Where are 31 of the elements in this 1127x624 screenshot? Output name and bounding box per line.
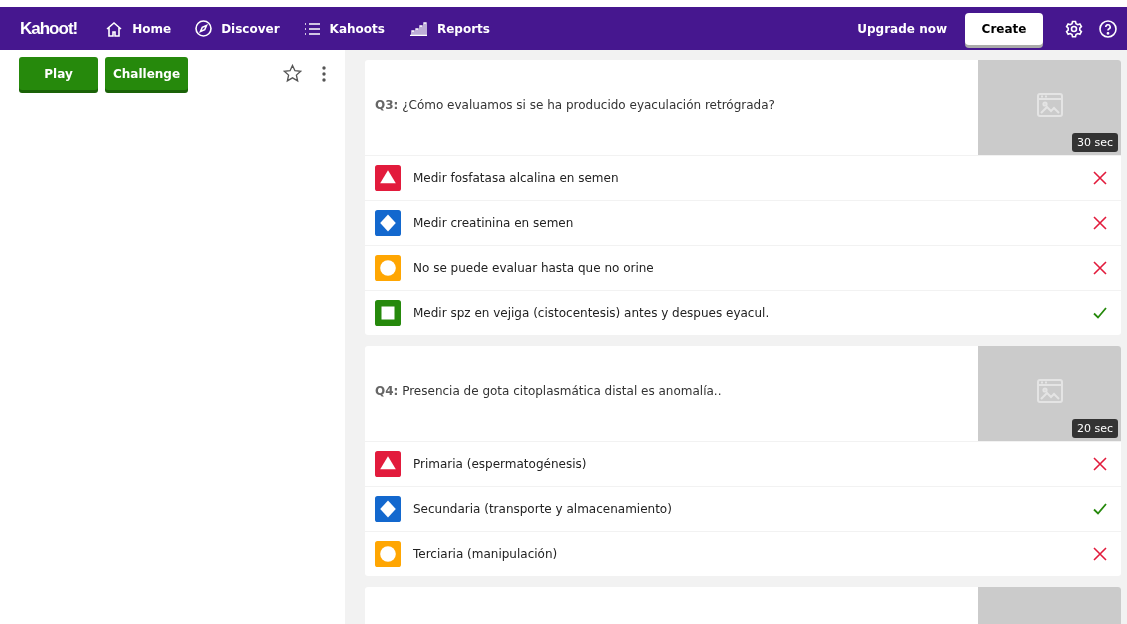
answer-text: Medir spz en vejiga (cistocentesis) antes y despues eyacul.	[413, 306, 771, 320]
image-placeholder-icon	[1036, 92, 1063, 117]
answer-text: No se puede evaluar hasta que no orine	[413, 261, 655, 275]
create-button[interactable]: Create	[965, 12, 1043, 45]
list-icon	[303, 21, 321, 36]
image-placeholder-icon	[1036, 378, 1063, 403]
challenge-button[interactable]: Challenge	[105, 57, 188, 90]
logo[interactable]: Kahoot!	[20, 18, 78, 39]
answer-text: Terciaria (manipulación)	[413, 547, 559, 561]
home-icon	[105, 20, 124, 37]
compass-icon	[195, 20, 213, 37]
answer-text: Secundaria (transporte y almacenamiento)	[413, 502, 673, 516]
nav-link[interactable]: Kahoots	[303, 20, 385, 37]
answer-text: Medir creatinina en semen	[413, 216, 575, 230]
nav-link[interactable]: Home	[105, 20, 172, 37]
star-icon[interactable]	[283, 64, 302, 83]
question-text: Q4: Presencia de gota citoplasmática distal es anomalía..	[375, 383, 723, 400]
nav-link[interactable]: Discover	[195, 20, 280, 37]
square-icon	[375, 300, 401, 326]
settings-icon[interactable]	[1065, 19, 1083, 38]
play-button[interactable]: Play	[19, 57, 98, 90]
time-limit-badge: 30 sec	[1071, 133, 1118, 152]
question-text: Q3: ¿Cómo evaluamos si se ha producido eyaculación retrógrada?	[375, 97, 776, 114]
nav-link[interactable]: Reports	[408, 20, 490, 37]
more-icon[interactable]	[321, 64, 327, 83]
help-icon[interactable]	[1099, 19, 1117, 38]
answer-text: Primaria (espermatogénesis)	[413, 457, 588, 471]
upgrade-link[interactable]: Upgrade now	[857, 21, 947, 36]
bar-chart-icon	[408, 21, 428, 36]
answer-text: Medir fosfatasa alcalina en semen	[413, 171, 620, 185]
time-limit-badge: 20 sec	[1071, 419, 1118, 438]
